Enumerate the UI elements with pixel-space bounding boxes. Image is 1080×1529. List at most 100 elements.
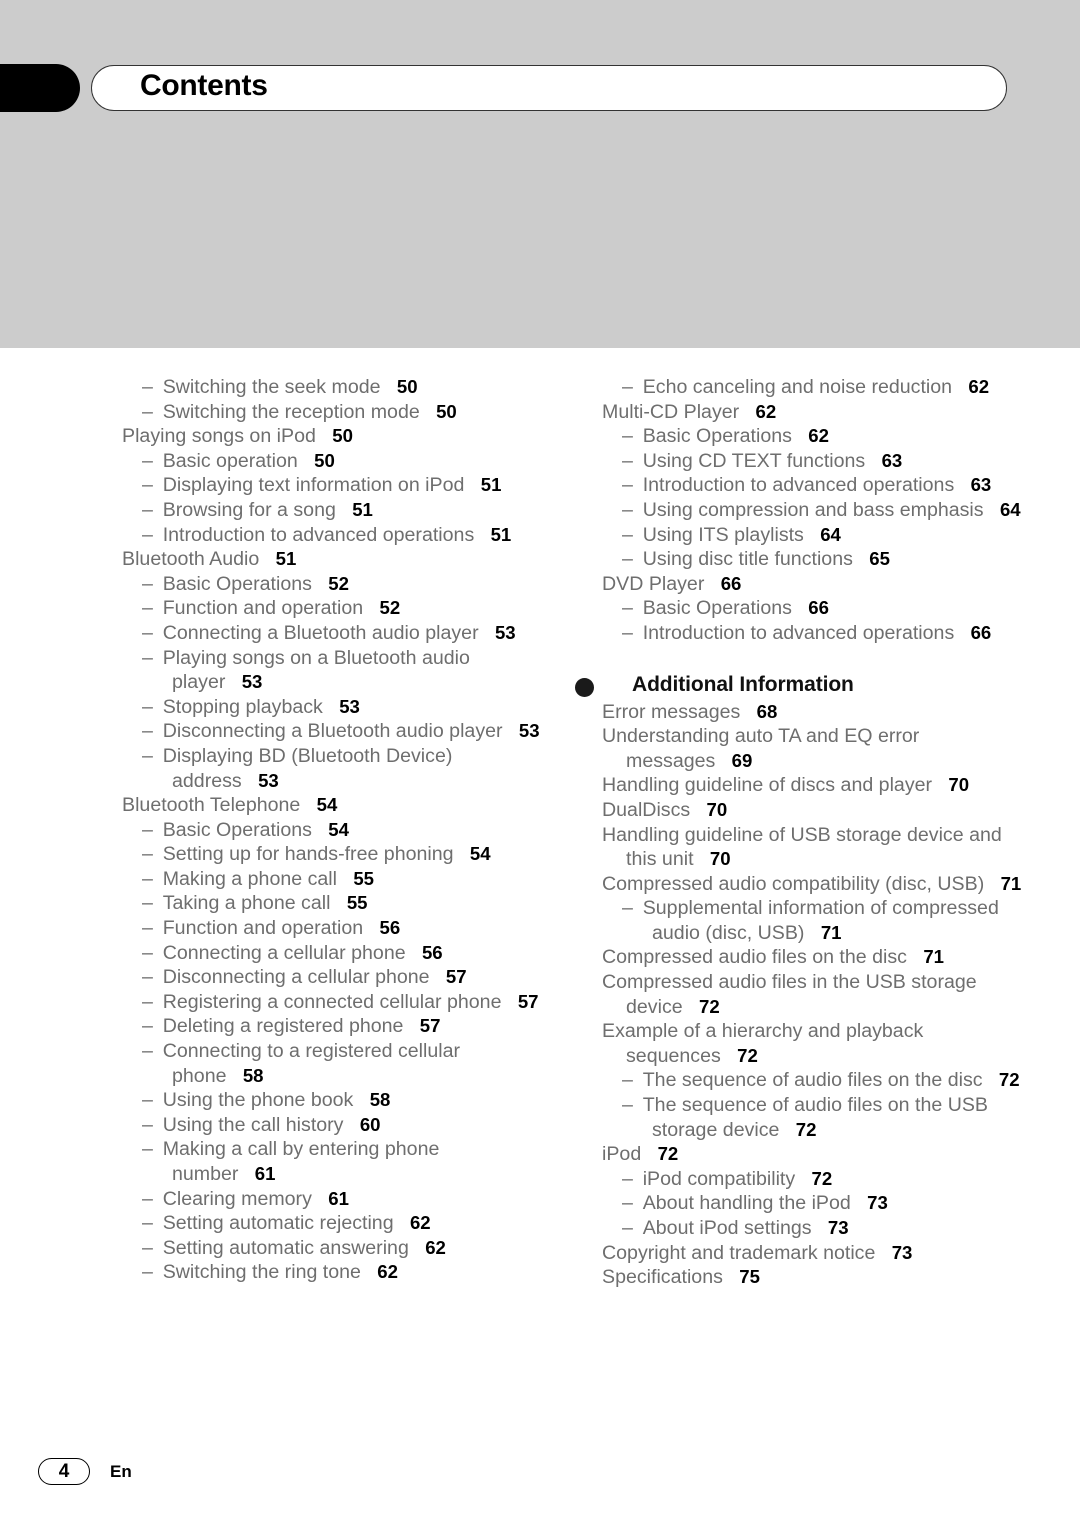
toc-entry[interactable]: – Basic operation 50: [122, 449, 542, 474]
toc-entry[interactable]: – Disconnecting a Bluetooth audio player…: [122, 719, 542, 744]
toc-entry[interactable]: – Connecting a Bluetooth audio player 53: [122, 621, 542, 646]
toc-entry[interactable]: – Introduction to advanced operations 63: [602, 473, 1022, 498]
toc-entry[interactable]: Handling guideline of USB storage device…: [602, 823, 1022, 872]
toc-entry-page: 50: [314, 449, 335, 471]
toc-entry-label: Introduction to advanced operations: [642, 474, 955, 497]
toc-entry[interactable]: – Function and operation 56: [122, 916, 542, 941]
toc-entry[interactable]: – Using CD TEXT functions 63: [602, 449, 1022, 474]
toc-entry[interactable]: – Using disc title functions 65: [602, 547, 1022, 572]
toc-entry-page: 62: [409, 1212, 431, 1234]
toc-entry[interactable]: – Setting automatic answering 62: [122, 1236, 542, 1261]
toc-entry-page: 73: [867, 1192, 888, 1214]
dash-icon: –: [142, 1089, 163, 1112]
toc-entry-page: 50: [436, 400, 457, 422]
toc-entry[interactable]: Compressed audio compatibility (disc, US…: [602, 872, 1022, 897]
toc-entry[interactable]: – Function and operation 52: [122, 596, 542, 621]
toc-entry-page: 64: [999, 498, 1021, 520]
toc-entry[interactable]: Multi-CD Player 62: [602, 400, 1022, 425]
toc-entry-page: 55: [346, 892, 368, 914]
toc-entry[interactable]: – Supplemental information of compressed…: [602, 896, 1022, 945]
toc-entry-page: 66: [720, 572, 742, 594]
toc-entry[interactable]: – The sequence of audio files on the dis…: [602, 1068, 1022, 1093]
toc-entry[interactable]: Bluetooth Audio 51: [122, 547, 542, 572]
toc-entry-page: 51: [480, 474, 502, 496]
toc-entry[interactable]: – Setting automatic rejecting 62: [122, 1211, 542, 1236]
toc-entry[interactable]: – Switching the ring tone 62: [122, 1260, 542, 1285]
dash-icon: –: [142, 990, 163, 1013]
toc-entry-page: 51: [352, 498, 373, 520]
toc-entry[interactable]: Handling guideline of discs and player 7…: [602, 773, 1022, 798]
toc-entry[interactable]: – The sequence of audio files on the USB…: [602, 1093, 1022, 1142]
toc-entry-label: iPod: [602, 1143, 642, 1166]
toc-entry[interactable]: – Stopping playback 53: [122, 695, 542, 720]
toc-entry[interactable]: Understanding auto TA and EQ error messa…: [602, 724, 1022, 773]
toc-entry[interactable]: – Using the phone book 58: [122, 1088, 542, 1113]
toc-entry[interactable]: – Basic Operations 52: [122, 572, 542, 597]
dash-icon: –: [142, 449, 163, 472]
toc-entry[interactable]: – Setting up for hands-free phoning 54: [122, 842, 542, 867]
toc-entry[interactable]: – Making a phone call 55: [122, 867, 542, 892]
toc-entry[interactable]: – Switching the seek mode 50: [122, 375, 542, 400]
toc-entry[interactable]: – Echo canceling and noise reduction 62: [602, 375, 1022, 400]
toc-entry[interactable]: – Using the call history 60: [122, 1113, 542, 1138]
toc-entry[interactable]: – iPod compatibility 72: [602, 1167, 1022, 1192]
toc-entry[interactable]: – Displaying BD (Bluetooth Device) addre…: [122, 744, 542, 793]
toc-entry[interactable]: DualDiscs 70: [602, 798, 1022, 823]
toc-entry[interactable]: – Basic Operations 66: [602, 596, 1022, 621]
toc-entry-page: 62: [425, 1236, 446, 1258]
toc-entry[interactable]: Compressed audio files on the disc 71: [602, 945, 1022, 970]
dash-icon: –: [142, 818, 163, 841]
toc-entry[interactable]: – About iPod settings 73: [602, 1216, 1022, 1241]
toc-entry[interactable]: – Disconnecting a cellular phone 57: [122, 965, 542, 990]
toc-entry[interactable]: – Basic Operations 54: [122, 818, 542, 843]
toc-entry[interactable]: – Registering a connected cellular phone…: [122, 990, 542, 1015]
toc-entry-page: 62: [755, 400, 777, 422]
toc-entry[interactable]: – Using ITS playlists 64: [602, 523, 1022, 548]
toc-entry[interactable]: Error messages 68: [602, 700, 1022, 725]
toc-entry[interactable]: – Displaying text information on iPod 51: [122, 473, 542, 498]
toc-entry[interactable]: – Connecting a cellular phone 56: [122, 941, 542, 966]
page-footer: 4 En: [38, 1458, 132, 1485]
dash-icon: –: [622, 1192, 643, 1215]
toc-entry[interactable]: Example of a hierarchy and playback sequ…: [602, 1019, 1022, 1068]
toc-entry-page: 61: [328, 1187, 349, 1209]
toc-entry[interactable]: Playing songs on iPod 50: [122, 424, 542, 449]
toc-entry[interactable]: – Basic Operations 62: [602, 424, 1022, 449]
toc-entry[interactable]: – Taking a phone call 55: [122, 891, 542, 916]
toc-entry[interactable]: Bluetooth Telephone 54: [122, 793, 542, 818]
toc-entry[interactable]: Copyright and trademark notice 73: [602, 1241, 1022, 1266]
dash-icon: –: [622, 621, 643, 644]
toc-entry[interactable]: – Playing songs on a Bluetooth audio pla…: [122, 646, 542, 695]
toc-entry[interactable]: Specifications 75: [602, 1265, 1022, 1290]
toc-entry[interactable]: DVD Player 66: [602, 572, 1022, 597]
dash-icon: –: [142, 1261, 163, 1284]
toc-entry[interactable]: – Browsing for a song 51: [122, 498, 542, 523]
toc-entry[interactable]: – Switching the reception mode 50: [122, 400, 542, 425]
toc-entry-page: 64: [820, 523, 841, 545]
toc-entry[interactable]: – Introduction to advanced operations 51: [122, 523, 542, 548]
section-heading-label: Additional Information: [632, 672, 854, 696]
toc-entry[interactable]: – Clearing memory 61: [122, 1187, 542, 1212]
dash-icon: –: [622, 1069, 643, 1092]
toc-entry[interactable]: – About handling the iPod 73: [602, 1191, 1022, 1216]
toc-entry-page: 75: [739, 1266, 760, 1288]
toc-entry-page: 55: [353, 867, 375, 889]
toc-entry[interactable]: – Deleting a registered phone 57: [122, 1014, 542, 1039]
toc-entry[interactable]: – Using compression and bass emphasis 64: [602, 498, 1022, 523]
toc-entry[interactable]: – Introduction to advanced operations 66: [602, 621, 1022, 646]
dash-icon: –: [622, 548, 643, 571]
toc-entry[interactable]: – Making a call by entering phone number…: [122, 1137, 542, 1186]
toc-entry[interactable]: Compressed audio files in the USB storag…: [602, 970, 1022, 1019]
toc-entry[interactable]: iPod 72: [602, 1142, 1022, 1167]
toc-entry[interactable]: – Connecting to a registered cellular ph…: [122, 1039, 542, 1088]
